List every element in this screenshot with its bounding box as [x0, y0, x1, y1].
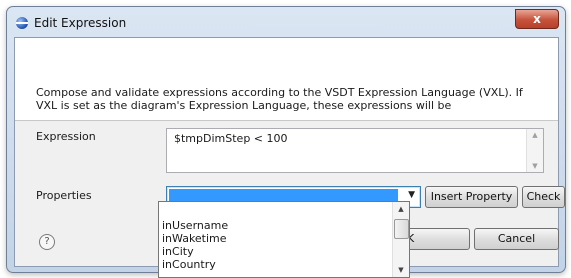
expression-value: $tmpDimStep < 100 [174, 132, 288, 145]
eclipse-app-icon [16, 17, 28, 29]
properties-label: Properties [36, 189, 92, 202]
scroll-up-icon[interactable]: ▲ [527, 131, 543, 139]
help-icon[interactable]: ? [39, 234, 55, 250]
description-area: Compose and validate expressions accordi… [15, 38, 558, 121]
cancel-button[interactable]: Cancel [474, 228, 559, 250]
expression-scrollbar[interactable]: ▲ ▼ [526, 129, 543, 172]
list-item[interactable]: inWaketime [162, 232, 227, 245]
close-button[interactable]: x [515, 9, 559, 29]
chevron-down-icon[interactable]: ▼ [408, 190, 415, 200]
scroll-thumb[interactable] [394, 219, 409, 239]
ok-button[interactable]: K [402, 228, 470, 250]
close-icon: x [533, 12, 541, 26]
expression-label: Expression [36, 130, 96, 143]
title-bar[interactable]: Edit Expression x [7, 7, 565, 37]
check-button[interactable]: Check [522, 186, 565, 208]
window-title: Edit Expression [34, 16, 127, 30]
scroll-down-icon[interactable]: ▼ [393, 266, 409, 274]
list-item[interactable]: inUsername [162, 219, 228, 232]
description-text: Compose and validate expressions accordi… [36, 86, 523, 112]
insert-property-button[interactable]: Insert Property [425, 186, 518, 208]
list-item[interactable]: inCity [162, 245, 194, 258]
list-item[interactable]: inCountry [162, 258, 216, 271]
expression-textarea[interactable]: $tmpDimStep < 100 ▲ ▼ [166, 128, 544, 173]
dropdown-scrollbar[interactable]: ▲ ▼ [392, 202, 409, 277]
properties-dropdown-list[interactable]: inUsername inWaketime inCity inCountry ▲… [158, 201, 410, 278]
scroll-down-icon[interactable]: ▼ [527, 162, 543, 170]
scroll-up-icon[interactable]: ▲ [393, 205, 409, 213]
